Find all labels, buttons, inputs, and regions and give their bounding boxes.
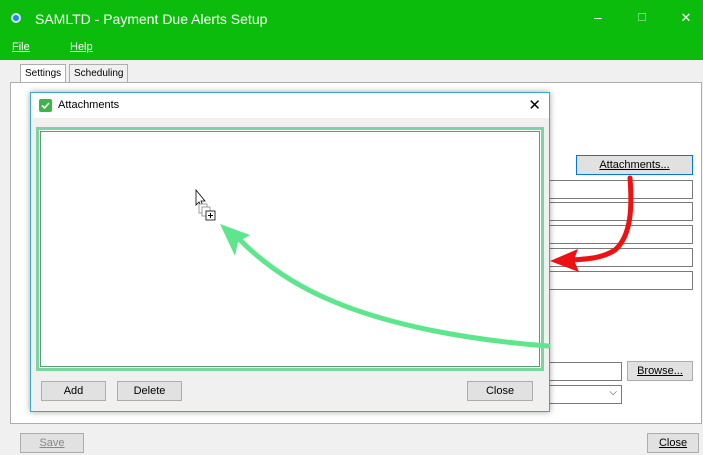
menu-file[interactable]: File — [12, 41, 30, 53]
add-button[interactable]: Add — [41, 381, 106, 401]
delete-button[interactable]: Delete — [117, 381, 182, 401]
window-title-bar: SAMLTD - Payment Due Alerts Setup – ☐ ✕ — [0, 0, 703, 40]
file-path-field[interactable] — [548, 362, 622, 381]
attachments-drop-list[interactable] — [36, 127, 544, 371]
dialog-title: Attachments — [58, 99, 120, 111]
dialog-close-icon[interactable]: ✕ — [528, 96, 541, 114]
settings-field-3[interactable] — [548, 225, 693, 244]
settings-field-5[interactable] — [548, 271, 693, 290]
combo-box[interactable]: ⌵ — [548, 385, 622, 404]
attachments-button[interactable]: Attachments... — [576, 155, 693, 175]
menu-help[interactable]: Help — [70, 41, 93, 53]
settings-field-1[interactable] — [548, 180, 693, 199]
save-button[interactable]: Save — [20, 433, 84, 453]
menu-bar: File Help — [0, 40, 703, 60]
maximize-button[interactable]: ☐ — [622, 6, 662, 30]
tab-settings[interactable]: Settings — [20, 64, 67, 84]
window-title: SAMLTD - Payment Due Alerts Setup — [35, 11, 268, 27]
settings-field-4[interactable] — [548, 248, 693, 267]
close-button[interactable]: Close — [647, 433, 699, 453]
close-window-button[interactable]: ✕ — [666, 6, 703, 30]
attachments-dialog: Attachments ✕ Add Delete Close — [30, 92, 550, 412]
dialog-close-button[interactable]: Close — [467, 381, 533, 401]
attachments-icon — [39, 99, 52, 112]
dialog-title-bar: Attachments ✕ — [31, 93, 549, 118]
group-box-edge — [10, 347, 12, 409]
tab-scheduling[interactable]: Scheduling — [69, 64, 129, 84]
app-icon — [11, 13, 21, 23]
chevron-down-icon: ⌵ — [609, 387, 617, 398]
browse-button[interactable]: Browse... — [627, 361, 693, 381]
settings-field-2[interactable] — [548, 202, 693, 221]
minimize-button[interactable]: – — [578, 6, 618, 30]
